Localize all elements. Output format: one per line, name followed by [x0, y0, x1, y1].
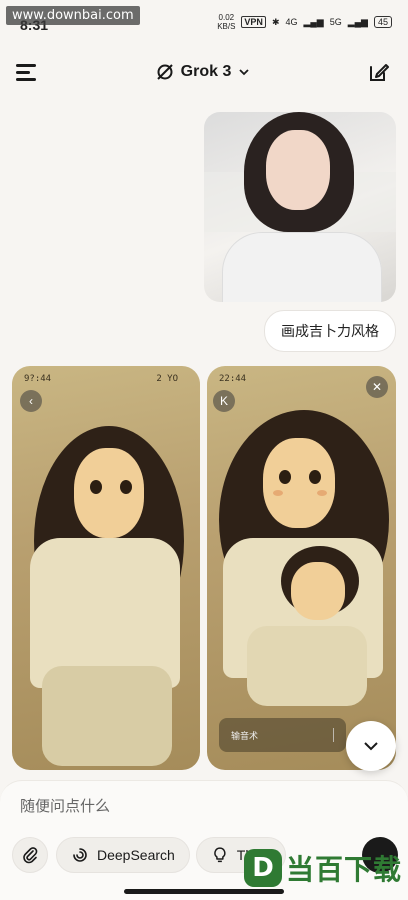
user-message-bubble: 画成吉卜力风格: [264, 310, 396, 352]
paperclip-icon: [23, 847, 38, 864]
generated-image-2[interactable]: 22:44 ✕ K 输音术: [207, 366, 396, 770]
chevron-down-icon: [239, 69, 249, 76]
generated-image-1[interactable]: 9?:44 2 YO ‹: [12, 366, 200, 770]
vpn-badge: VPN: [241, 16, 266, 28]
gen-image-2-back-button[interactable]: K: [213, 390, 235, 412]
scroll-down-button[interactable]: [346, 721, 396, 771]
brand-watermark: D 当百下载: [243, 848, 402, 888]
brand-logo-text: 当百下载: [285, 853, 402, 886]
net-speed-unit: KB/S: [217, 22, 236, 31]
watermark-label: www.downbai.com: [6, 6, 140, 25]
signal-4g-label: 4G: [285, 17, 298, 27]
gen-image-1-text: 9?:44: [24, 374, 52, 384]
model-selector[interactable]: Grok 3: [155, 62, 252, 82]
image-action-text: 输音术: [231, 730, 259, 741]
grok-logo-icon: [156, 64, 173, 80]
new-chat-icon[interactable]: [366, 59, 392, 85]
menu-icon[interactable]: [16, 62, 40, 82]
signal-5g-label: 5G: [329, 17, 342, 27]
composer: DeepSearch Think D 当百下载: [0, 780, 408, 900]
brand-logo-icon: D: [243, 849, 282, 887]
signal-bars-icon-2: ▂▄▆: [347, 16, 368, 27]
gen-image-2-text: 22:44: [219, 374, 247, 384]
deepsearch-label: DeepSearch: [97, 847, 175, 863]
net-speed: 0.02 KB/S: [217, 13, 235, 31]
bluetooth-icon: ✱: [271, 16, 280, 27]
deepsearch-button[interactable]: DeepSearch: [56, 837, 190, 873]
chevron-down-icon: [364, 742, 378, 751]
app-header: Grok 3: [0, 50, 408, 94]
model-name: Grok 3: [180, 63, 232, 80]
lightbulb-icon: [214, 847, 226, 863]
deepsearch-icon: [73, 848, 87, 862]
attach-button[interactable]: [12, 837, 48, 873]
gen-image-1-text-right: 2 YO: [156, 374, 178, 384]
status-indicators: 0.02 KB/S VPN ✱ 4G ▂▄▆ 5G ▂▄▆ 45: [217, 13, 392, 31]
close-icon[interactable]: ✕: [366, 376, 388, 398]
user-uploaded-photo[interactable]: [204, 112, 396, 302]
signal-bars-icon: ▂▄▆: [303, 16, 324, 27]
battery-icon: 45: [373, 16, 392, 28]
image-action-bar: 输音术: [219, 718, 346, 752]
net-speed-value: 0.02: [218, 13, 235, 22]
message-input[interactable]: [20, 795, 380, 817]
home-indicator: [124, 889, 284, 894]
back-icon[interactable]: ‹: [20, 390, 42, 412]
